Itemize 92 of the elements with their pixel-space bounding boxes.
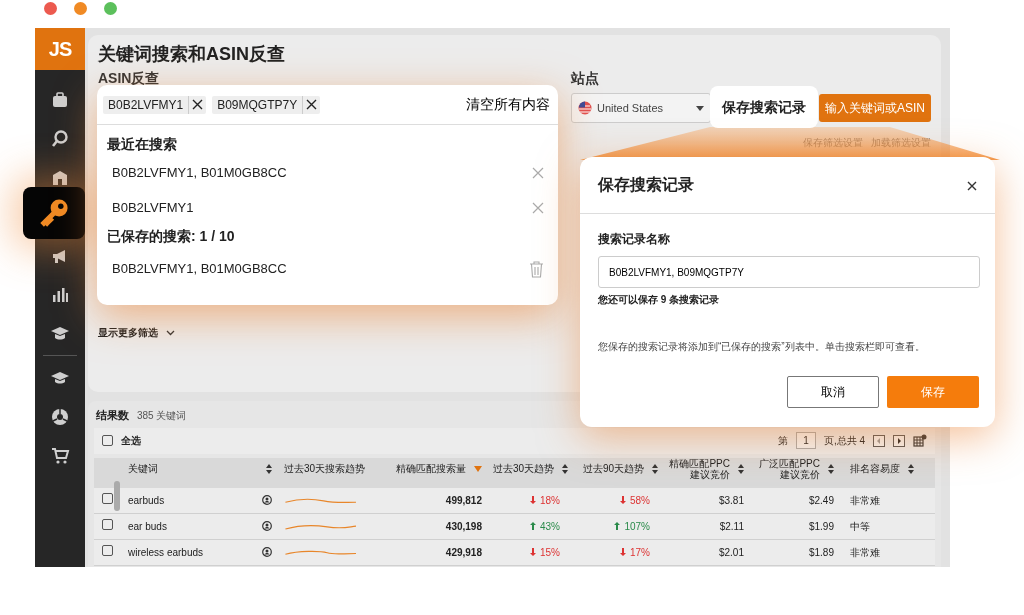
previous-page-button[interactable]	[873, 434, 885, 447]
marketplace-select[interactable]: United States	[571, 93, 711, 123]
results-label: 结果数	[96, 408, 129, 423]
table-settings-icon[interactable]	[913, 434, 927, 447]
trend-value: 17%	[630, 545, 650, 560]
asin-tag: B0B2LVFMY1	[103, 95, 207, 114]
table-cell-text: $2.01	[717, 545, 745, 560]
sidebar-item[interactable]	[23, 187, 85, 239]
table-cell-text: 非常难	[849, 545, 881, 560]
checkbox[interactable]	[102, 518, 113, 530]
keyword-text: earbuds	[128, 493, 165, 508]
asin-tag: B09MQGTP7Y	[212, 95, 321, 114]
sparkline	[284, 497, 356, 504]
remaining-note: 您还可以保存 9 条搜索记录	[598, 293, 721, 307]
dialog-title: 保存搜索记录	[598, 175, 694, 195]
aperture-icon[interactable]	[50, 406, 70, 427]
sparkline	[284, 523, 356, 530]
next-page-button[interactable]	[893, 434, 905, 447]
pagination-text: 第	[778, 434, 789, 448]
table-cell-text: $2.11	[718, 519, 745, 534]
column-header[interactable]: 精确匹配PPC建议竞价	[668, 457, 730, 481]
clear-all-button[interactable]: 清空所有内容	[466, 94, 550, 115]
chevron-down-icon[interactable]	[166, 329, 175, 336]
triangle-right-icon	[896, 437, 902, 444]
search-icon[interactable]	[50, 128, 70, 149]
pagination-text: 页,总共 4	[823, 434, 865, 448]
name-input[interactable]: B0B2LVFMY1, B09MQGTP7Y	[598, 256, 980, 288]
keyword-text: ear buds	[128, 519, 167, 534]
sort-icon[interactable]	[652, 464, 658, 474]
section-heading: 已保存的搜索: 1 / 10	[106, 226, 236, 246]
table-cell-text: $2.49	[807, 493, 835, 508]
sort-icon[interactable]	[908, 464, 914, 474]
checkbox[interactable]	[102, 435, 113, 446]
user-circle-icon[interactable]	[262, 547, 272, 557]
sort-icon[interactable]	[562, 464, 568, 474]
table-cell-text: $1.89	[807, 545, 835, 560]
page-title: 关键词搜索和ASIN反查	[98, 43, 286, 66]
cart-icon[interactable]	[50, 445, 70, 466]
trend-value: 107%	[624, 519, 650, 534]
flag-icon	[578, 101, 592, 115]
more-filters-link[interactable]: 显示更多筛选	[98, 325, 158, 340]
column-header[interactable]: 过去30天趋势	[492, 463, 554, 475]
recent-search-item[interactable]: B0B2LVFMY1	[112, 197, 194, 218]
close-icon	[532, 202, 544, 215]
column-header[interactable]: 过去90天趋势	[582, 463, 644, 475]
sort-icon[interactable]	[738, 464, 744, 474]
checkbox[interactable]	[102, 492, 113, 504]
table-cell-text: 499,812	[444, 493, 483, 508]
sort-icon[interactable]	[828, 464, 834, 474]
cancel-button[interactable]: 取消	[787, 376, 879, 408]
column-header[interactable]: 过去30天搜索趋势	[284, 463, 366, 475]
user-circle-icon[interactable]	[262, 521, 272, 531]
table-cell-text: $1.99	[807, 519, 835, 534]
close-icon	[306, 99, 318, 110]
recent-search-item[interactable]: B0B2LVFMY1, B01M0GB8CC	[112, 162, 287, 183]
triangle-left-icon	[876, 437, 882, 444]
column-header[interactable]: 广泛匹配PPC建议竞价	[758, 457, 820, 481]
field-label: 站点	[571, 69, 600, 88]
field-label: ASIN反查	[98, 70, 160, 86]
close-icon	[532, 167, 544, 180]
window-control[interactable]	[44, 2, 57, 15]
column-header[interactable]: 关键词	[128, 463, 158, 475]
trend-value: 43%	[540, 519, 560, 534]
trash-icon	[529, 260, 544, 278]
table-cell-text: 中等	[849, 519, 871, 534]
field-label: 搜索记录名称	[598, 231, 671, 248]
close-icon	[192, 99, 204, 110]
page-field[interactable]: 1	[796, 432, 816, 449]
trend-value: 15%	[540, 545, 560, 560]
checkbox[interactable]	[102, 544, 113, 556]
keyword-text: wireless earbuds	[128, 545, 204, 560]
column-header[interactable]: 排名容易度	[850, 463, 900, 475]
trend-value: 58%	[630, 493, 650, 508]
table-cell-text: 429,918	[444, 545, 483, 560]
briefcase-icon[interactable]	[50, 89, 70, 110]
user-circle-icon[interactable]	[262, 495, 272, 505]
caret-icon	[696, 105, 704, 111]
checkbox-label: 全选	[121, 434, 141, 448]
sort-icon[interactable]	[266, 464, 272, 474]
sparkline	[284, 549, 356, 556]
table-cell-text: $3.81	[717, 493, 745, 508]
close-icon	[967, 180, 977, 191]
saved-search-item[interactable]: B0B2LVFMY1, B01M0GB8CC	[112, 258, 287, 279]
table-cell-text: 430,198	[444, 519, 483, 534]
table-cell-text: 非常难	[849, 493, 881, 508]
section-heading: 最近在搜索	[106, 134, 178, 154]
info-text: 您保存的搜索记录将添加到“已保存的搜索”列表中。单击搜索栏即可查看。	[598, 340, 926, 354]
results-count: 385 关键词	[137, 408, 187, 423]
trend-value: 18%	[540, 493, 560, 508]
callout-label: 保存搜索记录	[710, 86, 818, 128]
column-header[interactable]: 精确匹配搜索量	[396, 463, 466, 475]
scrollbar[interactable]	[114, 480, 120, 511]
